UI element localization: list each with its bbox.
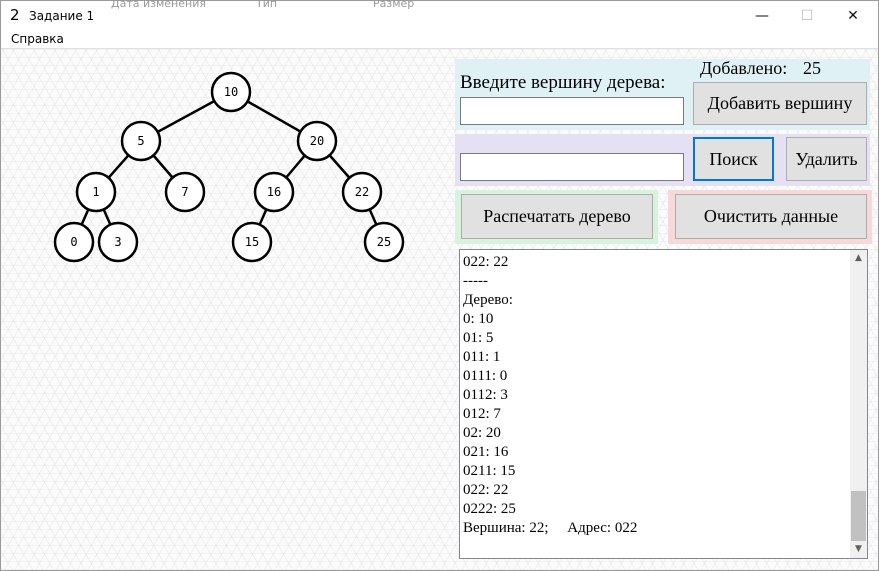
tree-node-3: 3 [97, 221, 139, 263]
background-header-date: Дата изменения [111, 0, 206, 10]
menu-bar: Справка [1, 31, 878, 48]
maximize-icon: ☐ [800, 8, 814, 24]
scroll-thumb[interactable] [851, 491, 866, 541]
tree-node-label: 10 [224, 85, 238, 99]
background-header-type: Тип [256, 0, 278, 10]
scroll-down-icon[interactable]: ▼ [850, 541, 867, 558]
tree-node-label: 3 [114, 235, 121, 249]
tree-node-5: 5 [120, 120, 162, 162]
tree-node-20: 20 [296, 120, 338, 162]
minimize-button[interactable]: — [739, 1, 785, 31]
search-button[interactable]: Поиск [693, 137, 774, 181]
output-line: 022: 22 [463, 482, 509, 498]
output-line: 0112: 3 [463, 387, 508, 403]
search-input[interactable] [460, 153, 684, 181]
binary-tree-diagram: 10 5 20 1 7 16 22 0 3 15 25 [53, 71, 405, 263]
tree-node-label: 5 [137, 134, 144, 148]
vertical-scrollbar[interactable]: ▲ ▼ [850, 250, 867, 558]
tree-node-25: 25 [363, 221, 405, 263]
close-icon: ✕ [847, 8, 859, 24]
maximize-button[interactable]: ☐ [784, 1, 830, 31]
main-window: Дата изменения Тип Размер 2 Задание 1 — … [0, 0, 879, 571]
tree-node-label: 22 [355, 185, 369, 199]
output-line: 02: 20 [463, 425, 501, 441]
output-line: 0211: 15 [463, 463, 516, 479]
output-line: 0: 10 [463, 311, 494, 327]
output-line: ----- [463, 273, 488, 289]
delete-button[interactable]: Удалить [786, 137, 867, 181]
tree-node-label: 7 [181, 185, 188, 199]
menu-separator [1, 48, 878, 49]
output-line: 012: 7 [463, 406, 501, 422]
output-lines: 022: 22 ----- Дерево: 0: 10 01: 5 011: 1 0111:… [463, 253, 843, 538]
tree-node-label: 1 [92, 185, 99, 199]
tree-node-0: 0 [53, 221, 95, 263]
tree-node-10: 10 [210, 71, 252, 113]
close-button[interactable]: ✕ [830, 1, 876, 31]
title-bar[interactable]: Дата изменения Тип Размер 2 Задание 1 — … [1, 1, 878, 31]
output-line: 021: 16 [463, 444, 509, 460]
tree-node-label: 0 [70, 235, 77, 249]
vertex-input[interactable] [460, 97, 684, 125]
clear-data-button[interactable]: Очистить данные [675, 194, 867, 239]
tree-node-15: 15 [231, 221, 273, 263]
window-title: Задание 1 [29, 9, 95, 23]
output-line: 01: 5 [463, 330, 494, 346]
vertex-prompt-label: Введите вершину дерева: [460, 72, 666, 93]
output-line: Вершина: 22; Адрес: 022 [463, 520, 638, 536]
added-count: 25 [803, 58, 821, 78]
tree-node-22: 22 [341, 171, 383, 213]
output-textbox[interactable]: 022: 22 ----- Дерево: 0: 10 01: 5 011: 1 0111:… [459, 249, 868, 559]
tree-node-label: 16 [267, 185, 281, 199]
background-header-size: Размер [373, 0, 415, 10]
scroll-up-icon[interactable]: ▲ [850, 250, 867, 267]
app-icon: 2 [10, 6, 20, 24]
added-label: Добавлено: [700, 58, 788, 78]
add-vertex-button[interactable]: Добавить вершину [693, 82, 867, 125]
tree-node-16: 16 [253, 171, 295, 213]
minimize-icon: — [755, 8, 769, 24]
output-line: 011: 1 [463, 349, 501, 365]
tree-node-1: 1 [75, 171, 117, 213]
tree-node-label: 25 [377, 235, 391, 249]
tree-node-7: 7 [164, 171, 206, 213]
output-line: 0111: 0 [463, 368, 508, 384]
output-line: Дерево: [463, 292, 513, 308]
print-tree-button[interactable]: Распечатать дерево [461, 194, 653, 239]
menu-item-help[interactable]: Справка [11, 32, 64, 46]
output-line: 0222: 25 [463, 501, 516, 517]
tree-node-label: 20 [310, 134, 324, 148]
output-line: 022: 22 [463, 254, 509, 270]
tree-node-label: 15 [245, 235, 259, 249]
